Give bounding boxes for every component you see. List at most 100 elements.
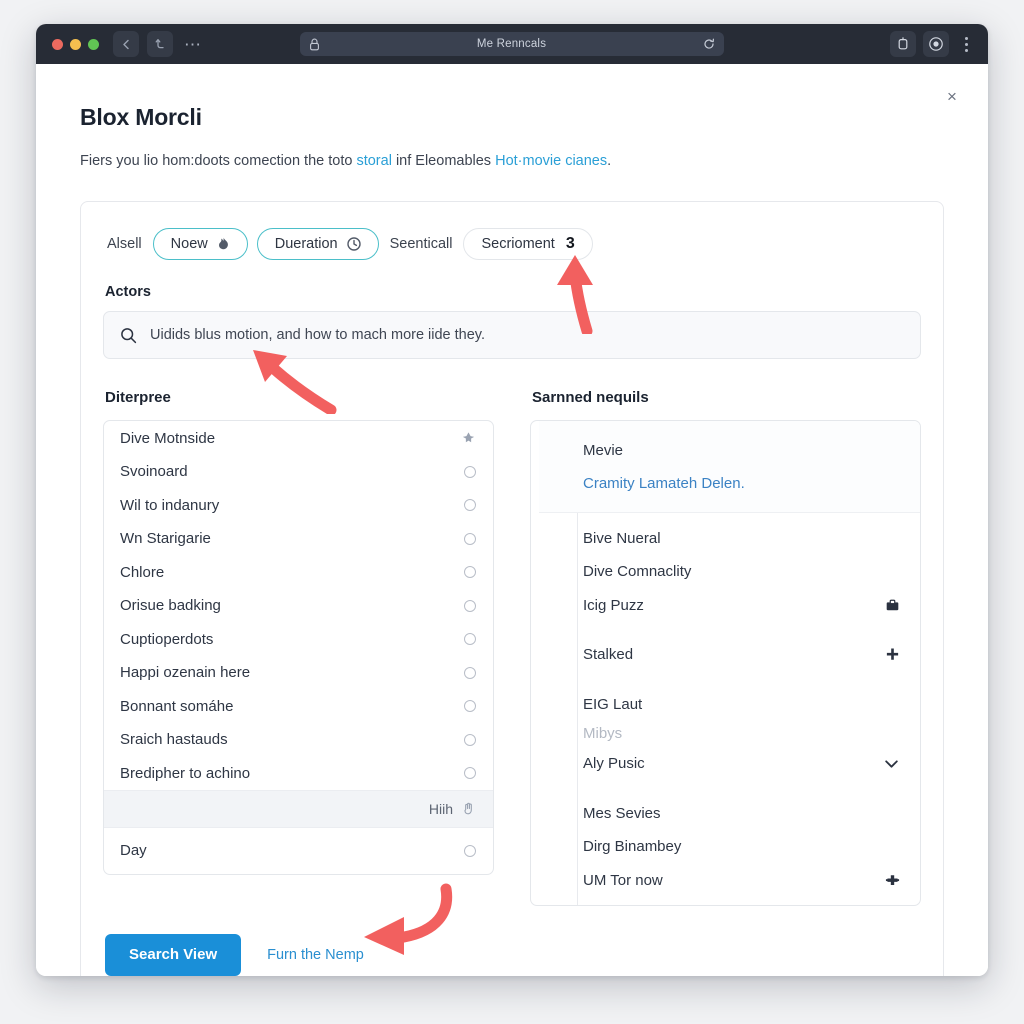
radio-icon[interactable] xyxy=(464,566,476,579)
result-item-label: Icig Puzz xyxy=(583,596,644,614)
filter-pill-secrioment[interactable]: Secrioment 3 xyxy=(463,228,593,261)
plus-cross-icon[interactable] xyxy=(885,647,900,662)
radio-icon[interactable] xyxy=(464,465,476,478)
hand-icon xyxy=(461,801,476,816)
description-link-1[interactable]: storal xyxy=(356,153,391,169)
result-item[interactable]: Dive Comnaclity xyxy=(539,555,920,589)
result-item[interactable]: Cramity Lamateh Delen. xyxy=(539,467,920,501)
result-item-label: Dirg Binambey xyxy=(583,838,682,856)
result-item-label: Aly Pusic xyxy=(583,755,645,773)
list-item-label: Dive Motnside xyxy=(120,429,216,447)
radio-icon[interactable] xyxy=(464,633,476,646)
list-item[interactable]: Cuptioperdots xyxy=(104,622,493,656)
chevron-down-icon[interactable] xyxy=(883,755,900,772)
list-item[interactable]: Dive Motnside xyxy=(104,421,493,455)
list-item-label: Wil to indanury xyxy=(120,496,220,514)
list-item[interactable]: Sraich hastauds xyxy=(104,723,493,757)
page-content: × Blox Morcli Fiers you lio hom:doots co… xyxy=(36,64,988,976)
list-item-label: Cuptioperdots xyxy=(120,630,214,648)
result-item[interactable]: Stalked xyxy=(539,638,920,672)
list-item[interactable]: Chlore xyxy=(104,555,493,589)
list-item-label: Orisue badking xyxy=(120,597,221,615)
window-traffic-lights xyxy=(52,38,99,50)
radio-icon[interactable] xyxy=(464,532,476,545)
radio-icon[interactable] xyxy=(464,767,476,780)
back-chevron-icon[interactable] xyxy=(113,31,139,57)
result-item[interactable]: Icig Puzz xyxy=(539,588,920,622)
filter-pill-dueration[interactable]: Dueration xyxy=(256,228,379,261)
radio-icon[interactable] xyxy=(464,599,476,612)
radio-icon[interactable] xyxy=(464,700,476,713)
result-group: Bive Nueral Dive Comnaclity Icig Puzz xyxy=(539,513,920,630)
browser-tab-title: Me Renncals xyxy=(476,38,547,50)
ellipsis-icon[interactable]: ⋯ xyxy=(181,32,205,56)
list-item[interactable]: Day xyxy=(104,828,493,874)
list-item[interactable]: Wil to indanury xyxy=(104,488,493,522)
result-item-label: EIG Laut xyxy=(583,695,643,713)
reload-icon[interactable] xyxy=(703,38,715,50)
radio-icon[interactable] xyxy=(464,733,476,746)
right-list: Mevie Cramity Lamateh Delen. Bive Nueral Di… xyxy=(530,420,921,906)
page-description: Fiers you lio hom:doots comection the to… xyxy=(80,151,944,171)
briefcase-icon[interactable] xyxy=(885,598,900,613)
maximize-window-button[interactable] xyxy=(88,38,99,50)
result-item-label: UM Tor now xyxy=(583,871,663,889)
browser-toolbar-right xyxy=(890,31,976,57)
close-icon[interactable]: × xyxy=(938,82,966,110)
search-input[interactable]: Uidids blus motion, and how to mach more… xyxy=(103,311,921,360)
result-item[interactable]: Aly Pusic xyxy=(539,747,920,781)
result-item-label: Stalked xyxy=(583,646,634,664)
filter-leading-label: Alsell xyxy=(107,236,142,253)
browser-url-bar[interactable]: Me Renncals xyxy=(300,32,724,56)
result-group: Mevie Cramity Lamateh Delen. xyxy=(539,421,920,514)
browser-titlebar: ⋯ Me Renncals xyxy=(36,24,988,64)
result-item[interactable]: Dirg Binambey xyxy=(539,830,920,864)
right-column-title: Sarnned nequils xyxy=(532,389,649,407)
list-item[interactable]: Wn Starigarie xyxy=(104,522,493,556)
left-column-title: Diterpree xyxy=(105,389,171,407)
two-column-area: Diterpree Dive Motnside Svoinoard Wil to i… xyxy=(103,389,921,906)
result-item[interactable]: Mevie xyxy=(539,433,920,467)
forward-icon[interactable] xyxy=(147,31,173,57)
list-hint-label: Hiih xyxy=(428,800,453,817)
radio-icon[interactable] xyxy=(464,666,476,679)
list-item[interactable]: Svoinoard xyxy=(104,455,493,489)
list-item[interactable]: Happi ozenain here xyxy=(104,656,493,690)
furn-the-nemp-link[interactable]: Furn the Nemp xyxy=(267,947,364,963)
description-link-2[interactable]: Hot·movie cianes xyxy=(495,153,607,169)
selected-arrow-icon xyxy=(461,431,476,446)
profile-icon[interactable] xyxy=(923,31,949,57)
clock-icon xyxy=(346,237,361,251)
result-item[interactable]: UM Tor now xyxy=(539,863,920,897)
list-item[interactable]: Bredipher to achino xyxy=(104,756,493,790)
right-column: Sarnned nequils Mevie Cramity Lamateh Del… xyxy=(530,389,921,906)
radio-icon[interactable] xyxy=(464,499,476,512)
filter-pill-noew[interactable]: Noew xyxy=(152,228,248,261)
result-item[interactable]: Mes Sevies xyxy=(539,796,920,830)
filter-pill-dueration-label: Dueration xyxy=(274,236,338,253)
bookmark-icon[interactable] xyxy=(890,31,916,57)
result-item[interactable]: EIG Laut xyxy=(539,687,920,721)
radio-icon[interactable] xyxy=(464,844,476,857)
list-hint-row[interactable]: Hiih xyxy=(104,789,493,828)
search-view-button[interactable]: Search View xyxy=(105,933,242,976)
list-item-label: Wn Starigarie xyxy=(120,530,211,548)
list-item[interactable]: Bonnant somáhe xyxy=(104,689,493,723)
result-item-label: Cramity Lamateh Delen. xyxy=(583,475,745,493)
page-title: Blox Morcli xyxy=(80,104,202,130)
close-window-button[interactable] xyxy=(52,38,63,50)
list-item-label: Chlore xyxy=(120,563,165,581)
result-item-label: Mibys xyxy=(583,725,623,743)
result-item-label: Mevie xyxy=(583,441,624,459)
description-part-2: inf Eleomables xyxy=(391,153,496,169)
list-item[interactable]: Orisue badking xyxy=(104,589,493,623)
list-item-label: Bredipher to achino xyxy=(120,764,251,782)
result-item[interactable]: Mibys xyxy=(539,721,920,747)
list-item-label: Bonnant somáhe xyxy=(120,697,234,715)
result-item[interactable]: Bive Nueral xyxy=(539,521,920,555)
minimize-window-button[interactable] xyxy=(70,38,81,50)
kebab-menu-icon[interactable] xyxy=(958,36,974,52)
puzzle-cross-icon[interactable] xyxy=(885,873,900,888)
left-list: Dive Motnside Svoinoard Wil to indanury Wn … xyxy=(103,420,494,875)
action-row: Search View Furn the Nemp xyxy=(103,933,921,976)
